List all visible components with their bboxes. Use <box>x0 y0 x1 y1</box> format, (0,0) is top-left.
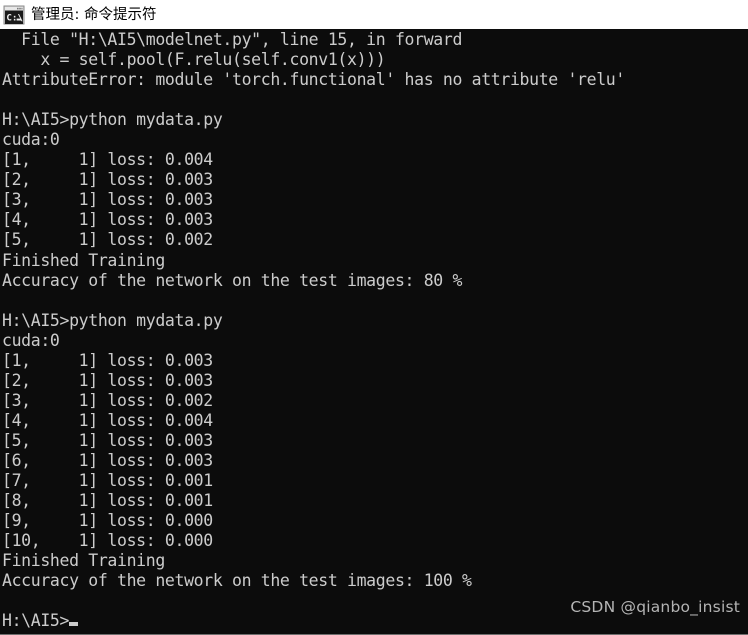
console-line: H:\AI5>python mydata.py <box>2 110 223 130</box>
console-line: Finished Training <box>2 551 165 571</box>
console-line: [6, 1] loss: 0.003 <box>2 450 213 470</box>
console-line: [3, 1] loss: 0.002 <box>2 390 213 410</box>
svg-text:C:\: C:\ <box>6 12 23 23</box>
console-output-area[interactable]: File "H:\AI5\modelnet.py", line 15, in f… <box>0 29 748 635</box>
console-line: Accuracy of the network on the test imag… <box>2 571 472 591</box>
console-line: [1, 1] loss: 0.004 <box>2 150 213 170</box>
block-cursor <box>69 622 79 627</box>
console-line: [7, 1] loss: 0.001 <box>2 471 213 491</box>
console-line: File "H:\AI5\modelnet.py", line 15, in f… <box>2 30 463 49</box>
console-line: H:\AI5>python mydata.py <box>2 310 223 330</box>
console-line: Accuracy of the network on the test imag… <box>2 270 463 290</box>
console-line: [2, 1] loss: 0.003 <box>2 170 213 190</box>
console-line: [10, 1] loss: 0.000 <box>2 531 213 551</box>
console-line: [3, 1] loss: 0.003 <box>2 190 213 210</box>
console-line: [9, 1] loss: 0.000 <box>2 511 213 531</box>
console-line: AttributeError: module 'torch.functional… <box>2 70 625 90</box>
console-line: cuda:0 <box>2 130 60 150</box>
console-line: [8, 1] loss: 0.001 <box>2 491 213 511</box>
console-line: [4, 1] loss: 0.004 <box>2 410 213 430</box>
console-line: [5, 1] loss: 0.002 <box>2 230 213 250</box>
command-prompt-window: C:\ 管理员: 命令提示符 File "H:\AI5\modelnet.py"… <box>0 0 748 635</box>
cmd-console-icon: C:\ <box>3 5 25 24</box>
console-line: Finished Training <box>2 250 165 270</box>
csdn-watermark: CSDN @qianbo_insist <box>570 598 740 616</box>
window-titlebar[interactable]: C:\ 管理员: 命令提示符 <box>0 0 748 29</box>
window-title: 管理员: 命令提示符 <box>31 6 157 23</box>
console-line: x = self.pool(F.relu(self.conv1(x))) <box>2 50 386 70</box>
console-text: File "H:\AI5\modelnet.py", line 15, in f… <box>2 30 625 631</box>
console-line: [4, 1] loss: 0.003 <box>2 210 213 230</box>
console-line: [1, 1] loss: 0.003 <box>2 350 213 370</box>
console-line: H:\AI5> <box>2 611 70 631</box>
console-line: [2, 1] loss: 0.003 <box>2 370 213 390</box>
console-line: [5, 1] loss: 0.003 <box>2 430 213 450</box>
console-line: cuda:0 <box>2 330 60 350</box>
